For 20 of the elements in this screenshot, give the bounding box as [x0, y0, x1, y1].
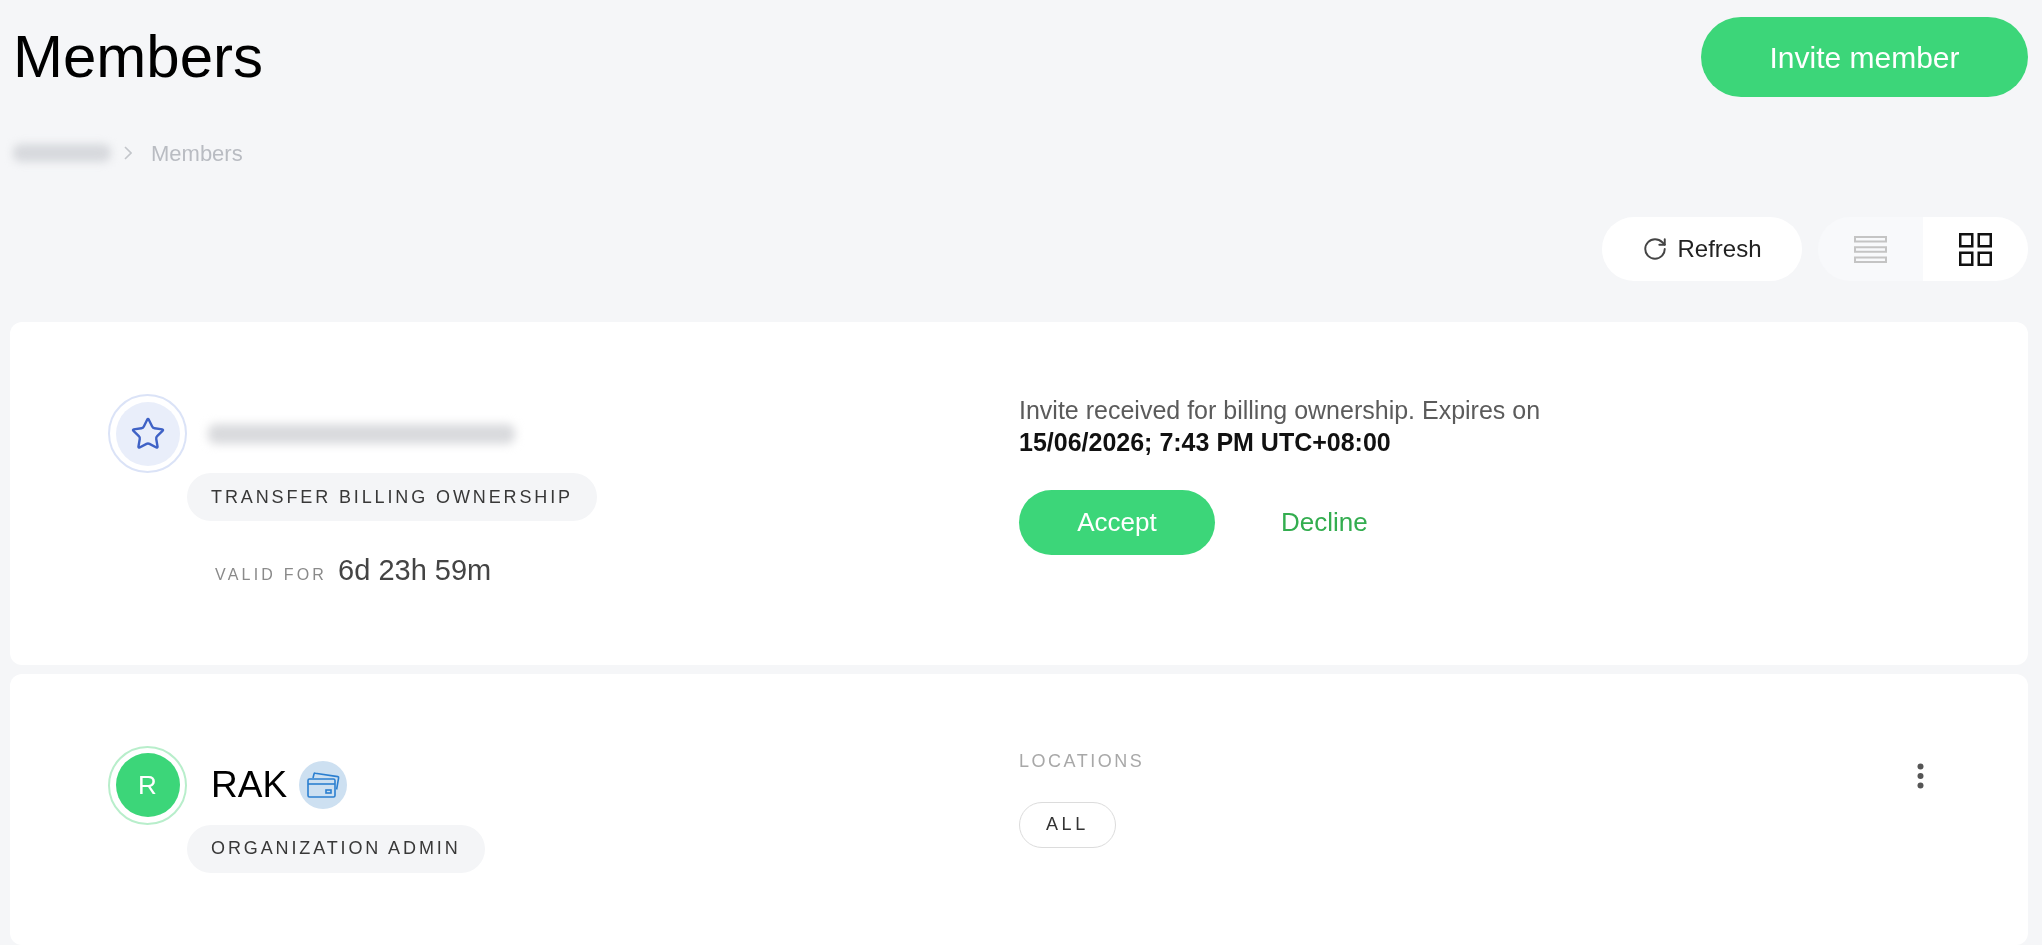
validity-time: 6d 23h 59m [338, 553, 492, 588]
user-avatar: R [108, 745, 187, 825]
grid-view-tab[interactable] [1923, 217, 2028, 281]
list-view-icon [1854, 235, 1887, 263]
accept-button[interactable]: Accept [1019, 490, 1215, 555]
refresh-icon [1642, 236, 1669, 262]
role-badge: TRANSFER BILLING OWNERSHIP [187, 473, 597, 521]
valid-for-label: VALID FOR [215, 565, 328, 585]
locations-label: LOCATIONS [1019, 749, 1145, 773]
grid-view-icon [1959, 232, 1992, 266]
invite-member-button[interactable]: Invite member [1701, 17, 2028, 97]
page-title: Members [13, 22, 264, 92]
decline-button[interactable]: Decline [1281, 503, 1368, 542]
role-badge: ORGANIZATION ADMIN [187, 824, 485, 873]
chevron-right-icon [124, 146, 132, 160]
more-vertical-icon [1916, 762, 1924, 789]
invite-message: Invite received for billing ownership. Expires on 15/06/2026; 7:43 PM UTC+08:00 [1019, 395, 1542, 458]
refresh-button[interactable]: Refresh [1602, 217, 1802, 281]
breadcrumb-current: Members [151, 139, 243, 168]
member-name: RAK [211, 763, 288, 808]
